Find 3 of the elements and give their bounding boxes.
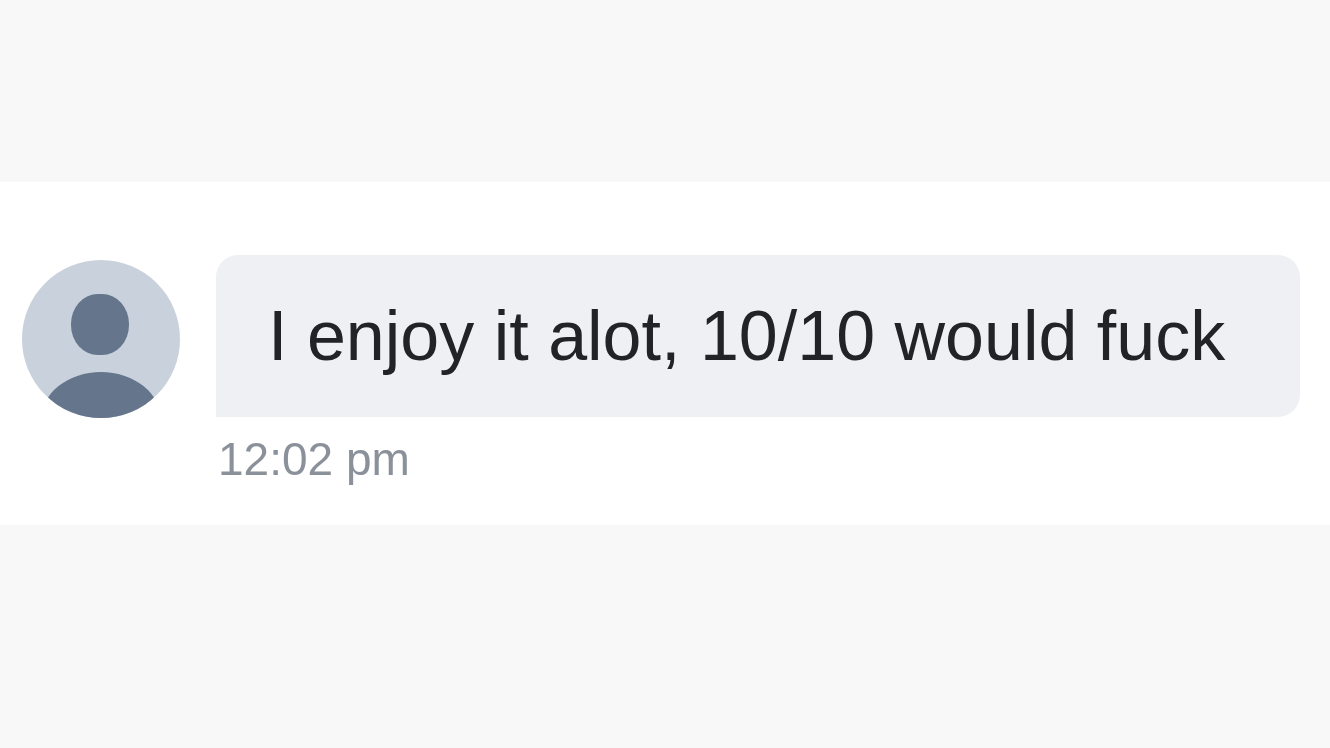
message-time: 12:02 pm [217, 432, 410, 487]
message-text: I enjoy it alot, 10/10 would fuck [268, 296, 1226, 377]
avatar-icon [22, 260, 180, 418]
